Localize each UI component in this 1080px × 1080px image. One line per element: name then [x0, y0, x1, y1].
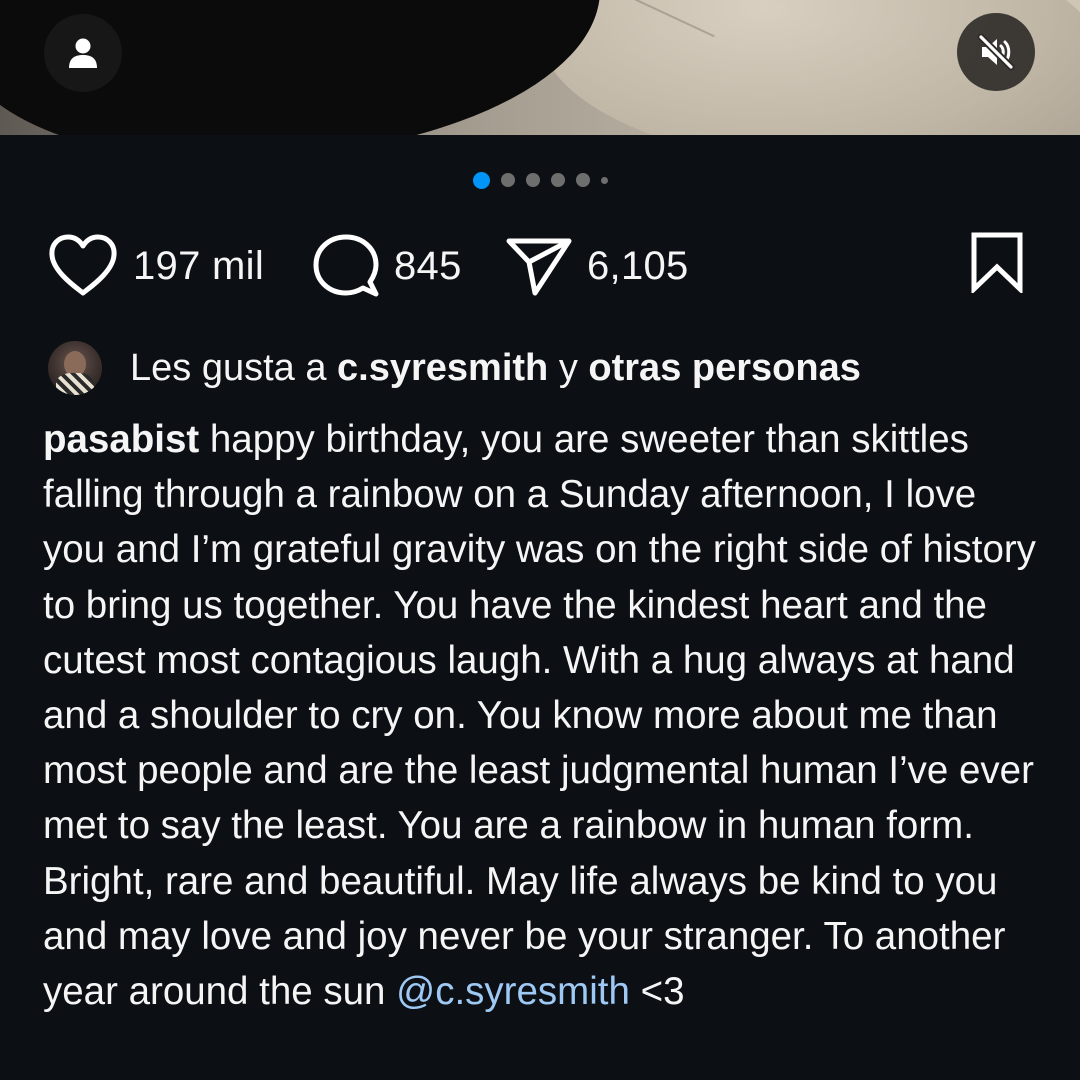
- bookmark-icon[interactable]: [969, 231, 1025, 293]
- like-count[interactable]: 197 mil: [133, 244, 264, 289]
- paper-plane-icon[interactable]: [505, 235, 573, 297]
- carousel-dot: [500, 173, 515, 187]
- user-tags-button[interactable]: [44, 14, 122, 92]
- comment-bubble-icon[interactable]: [312, 232, 380, 300]
- comment-count[interactable]: 845: [394, 244, 462, 289]
- liked-by-line[interactable]: Les gusta a c.syresmith y otras personas: [48, 340, 861, 396]
- heart-icon[interactable]: [47, 233, 119, 299]
- caption-mention-link[interactable]: @c.syresmith: [396, 970, 630, 1013]
- avatar[interactable]: [48, 341, 102, 395]
- user-tag-icon: [69, 38, 97, 68]
- comment-group: 845: [312, 228, 462, 304]
- carousel-dot-active: [472, 171, 490, 189]
- carousel-dot: [525, 173, 540, 187]
- carousel-dot: [600, 176, 608, 184]
- carousel-indicator: [0, 171, 1080, 189]
- share-group: 6,105: [505, 228, 689, 304]
- like-group: 197 mil: [47, 228, 264, 304]
- liked-by-prefix: Les gusta a: [130, 346, 338, 389]
- post-caption: pasabist happy birthday, you are sweeter…: [43, 412, 1043, 1019]
- caption-text: happy birthday, you are sweeter than ski…: [43, 418, 1036, 1014]
- post-action-bar: 197 mil 845 6,105: [47, 228, 1037, 304]
- carousel-dot: [550, 173, 565, 187]
- share-count[interactable]: 6,105: [587, 244, 689, 289]
- post-media-image[interactable]: [0, 0, 1080, 135]
- liked-by-others-link[interactable]: otras personas: [588, 347, 860, 390]
- avatar-shirt: [56, 373, 94, 395]
- carousel-dot: [575, 173, 590, 187]
- mute-toggle-button[interactable]: [957, 13, 1035, 91]
- liked-by-user-link[interactable]: c.syresmith: [337, 347, 548, 390]
- speaker-muted-icon: [977, 33, 1015, 71]
- caption-suffix: <3: [629, 970, 685, 1014]
- caption-username-link[interactable]: pasabist: [43, 418, 199, 461]
- liked-by-connector: y: [548, 346, 589, 389]
